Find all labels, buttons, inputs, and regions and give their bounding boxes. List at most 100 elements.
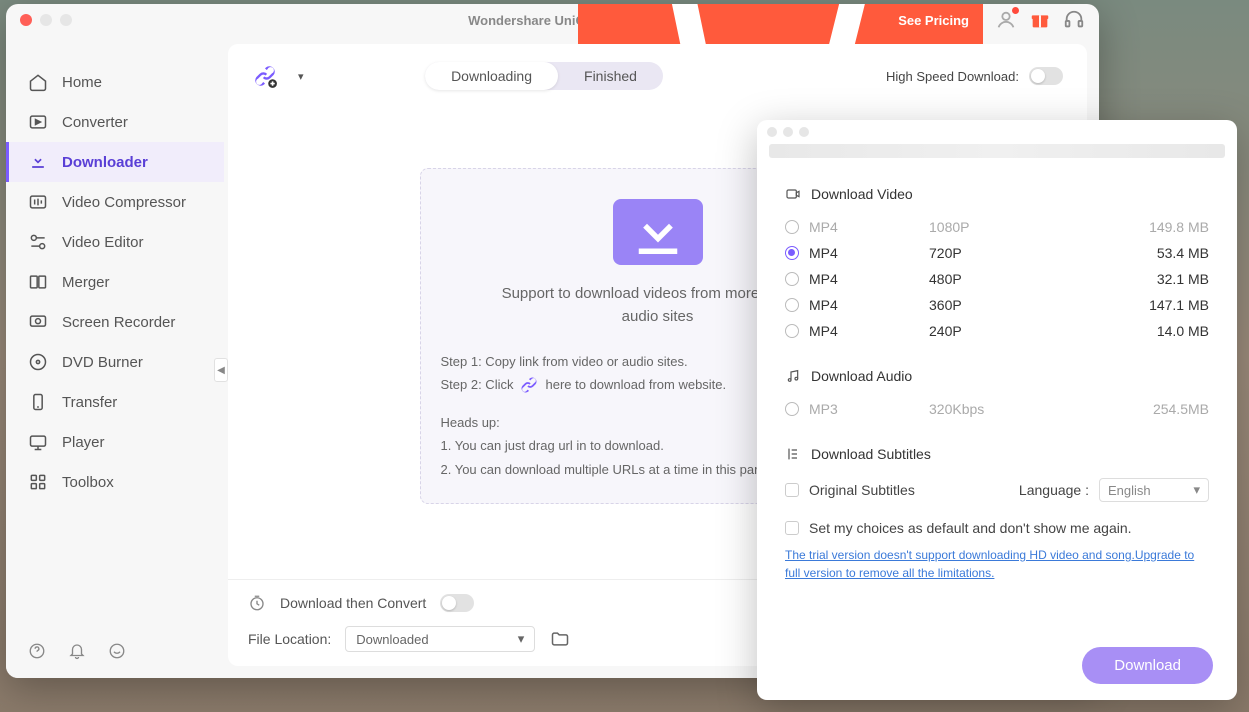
- panel-footer: Download: [757, 631, 1237, 700]
- subtitles-icon: [785, 446, 801, 462]
- add-link-dropdown[interactable]: ▾: [298, 70, 304, 83]
- quality: 240P: [929, 323, 1069, 339]
- convert-label: Download then Convert: [280, 595, 426, 611]
- merger-icon: [28, 272, 48, 292]
- sidebar-item-merger[interactable]: Merger: [6, 262, 224, 302]
- compressor-icon: [28, 192, 48, 212]
- headset-icon[interactable]: [1063, 9, 1085, 31]
- converter-icon: [28, 112, 48, 132]
- radio-button[interactable]: [785, 402, 799, 416]
- file-location-label: File Location:: [248, 631, 331, 647]
- hsd-toggle[interactable]: [1029, 67, 1063, 85]
- sidebar-item-transfer[interactable]: Transfer: [6, 382, 224, 422]
- size: 254.5MB: [1069, 401, 1209, 417]
- chevron-down-icon: ▾: [1193, 482, 1200, 498]
- original-subs-label: Original Subtitles: [809, 482, 915, 498]
- sidebar-item-recorder[interactable]: Screen Recorder: [6, 302, 224, 342]
- link-icon: [519, 375, 539, 395]
- gift-icon[interactable]: [1029, 9, 1051, 31]
- panel-close-button[interactable]: [767, 127, 777, 137]
- video-option-row[interactable]: MP4 480P 32.1 MB: [785, 266, 1209, 292]
- audio-section-head: Download Audio: [785, 368, 1209, 384]
- sidebar-item-player[interactable]: Player: [6, 422, 224, 462]
- home-icon: [28, 72, 48, 92]
- sidebar-item-home[interactable]: Home: [6, 62, 224, 102]
- sidebar-item-editor[interactable]: Video Editor: [6, 222, 224, 262]
- video-option-row[interactable]: MP4 240P 14.0 MB: [785, 318, 1209, 344]
- subtitles-section-head: Download Subtitles: [785, 446, 1209, 462]
- radio-button[interactable]: [785, 298, 799, 312]
- player-icon: [28, 432, 48, 452]
- sidebar-item-toolbox[interactable]: Toolbox: [6, 462, 224, 502]
- video-icon: [785, 186, 801, 202]
- video-section-head: Download Video: [785, 186, 1209, 202]
- default-label: Set my choices as default and don't show…: [809, 520, 1132, 536]
- video-option-row[interactable]: MP4 1080P 149.8 MB: [785, 214, 1209, 240]
- panel-window-controls: [757, 120, 1237, 144]
- sidebar-item-compressor[interactable]: Video Compressor: [6, 182, 224, 222]
- audio-option-row[interactable]: MP3 320Kbps 254.5MB: [785, 396, 1209, 422]
- tab-finished[interactable]: Finished: [558, 62, 663, 90]
- sidebar-item-converter[interactable]: Converter: [6, 102, 224, 142]
- chevron-down-icon: ▾: [518, 631, 525, 647]
- file-location-select[interactable]: Downloaded ▾: [345, 626, 535, 652]
- video-option-row[interactable]: MP4 360P 147.1 MB: [785, 292, 1209, 318]
- sidebar-footer: [6, 624, 224, 678]
- open-folder-button[interactable]: [549, 629, 571, 649]
- feedback-icon[interactable]: [108, 642, 126, 660]
- default-row: Set my choices as default and don't show…: [757, 514, 1237, 542]
- format: MP4: [809, 297, 929, 313]
- format: MP4: [809, 219, 929, 235]
- format: MP4: [809, 323, 929, 339]
- language-label: Language :: [1019, 482, 1089, 498]
- transfer-icon: [28, 392, 48, 412]
- dvd-icon: [28, 352, 48, 372]
- upgrade-link[interactable]: The trial version doesn't support downlo…: [757, 542, 1237, 586]
- subtitles-section: Download Subtitles Original Subtitles La…: [757, 430, 1237, 514]
- radio-button[interactable]: [785, 246, 799, 260]
- radio-button[interactable]: [785, 220, 799, 234]
- titlebar: Wondershare UniConverter See Pricing: [6, 4, 1099, 36]
- radio-button[interactable]: [785, 324, 799, 338]
- quality: 320Kbps: [929, 401, 1069, 417]
- size: 147.1 MB: [1069, 297, 1209, 313]
- quality: 1080P: [929, 219, 1069, 235]
- radio-button[interactable]: [785, 272, 799, 286]
- add-link-icon[interactable]: [252, 63, 278, 89]
- tabs: Downloading Finished: [425, 62, 663, 90]
- toolbox-icon: [28, 472, 48, 492]
- original-subtitles-row: Original Subtitles Language : English ▾: [785, 474, 1209, 506]
- audio-icon: [785, 368, 801, 384]
- help-icon[interactable]: [28, 642, 46, 660]
- size: 32.1 MB: [1069, 271, 1209, 287]
- tab-downloading[interactable]: Downloading: [425, 62, 558, 90]
- high-speed-download: High Speed Download:: [886, 67, 1063, 85]
- editor-icon: [28, 232, 48, 252]
- topbar: ▾ Downloading Finished High Speed Downlo…: [228, 44, 1087, 108]
- downloader-icon: [28, 152, 48, 172]
- convert-toggle[interactable]: [440, 594, 474, 612]
- sidebar-item-downloader[interactable]: Downloader: [6, 142, 224, 182]
- size: 14.0 MB: [1069, 323, 1209, 339]
- user-icon[interactable]: [995, 9, 1017, 31]
- format: MP4: [809, 271, 929, 287]
- audio-section: Download Audio MP3 320Kbps 254.5MB: [757, 352, 1237, 430]
- size: 53.4 MB: [1069, 245, 1209, 261]
- clock-icon: [248, 594, 266, 612]
- download-button[interactable]: Download: [1082, 647, 1213, 684]
- panel-maximize-button[interactable]: [799, 127, 809, 137]
- panel-thumbnail-strip: [769, 144, 1225, 158]
- set-default-checkbox[interactable]: [785, 521, 799, 535]
- download-folder-icon: [613, 199, 703, 265]
- bell-icon[interactable]: [68, 642, 86, 660]
- sidebar-item-dvd[interactable]: DVD Burner: [6, 342, 224, 382]
- size: 149.8 MB: [1069, 219, 1209, 235]
- format: MP3: [809, 401, 929, 417]
- language-select[interactable]: English ▾: [1099, 478, 1209, 502]
- panel-minimize-button[interactable]: [783, 127, 793, 137]
- sidebar-collapse-handle[interactable]: ◀: [214, 358, 228, 382]
- quality: 720P: [929, 245, 1069, 261]
- original-subs-checkbox[interactable]: [785, 483, 799, 497]
- quality: 480P: [929, 271, 1069, 287]
- video-option-row[interactable]: MP4 720P 53.4 MB: [785, 240, 1209, 266]
